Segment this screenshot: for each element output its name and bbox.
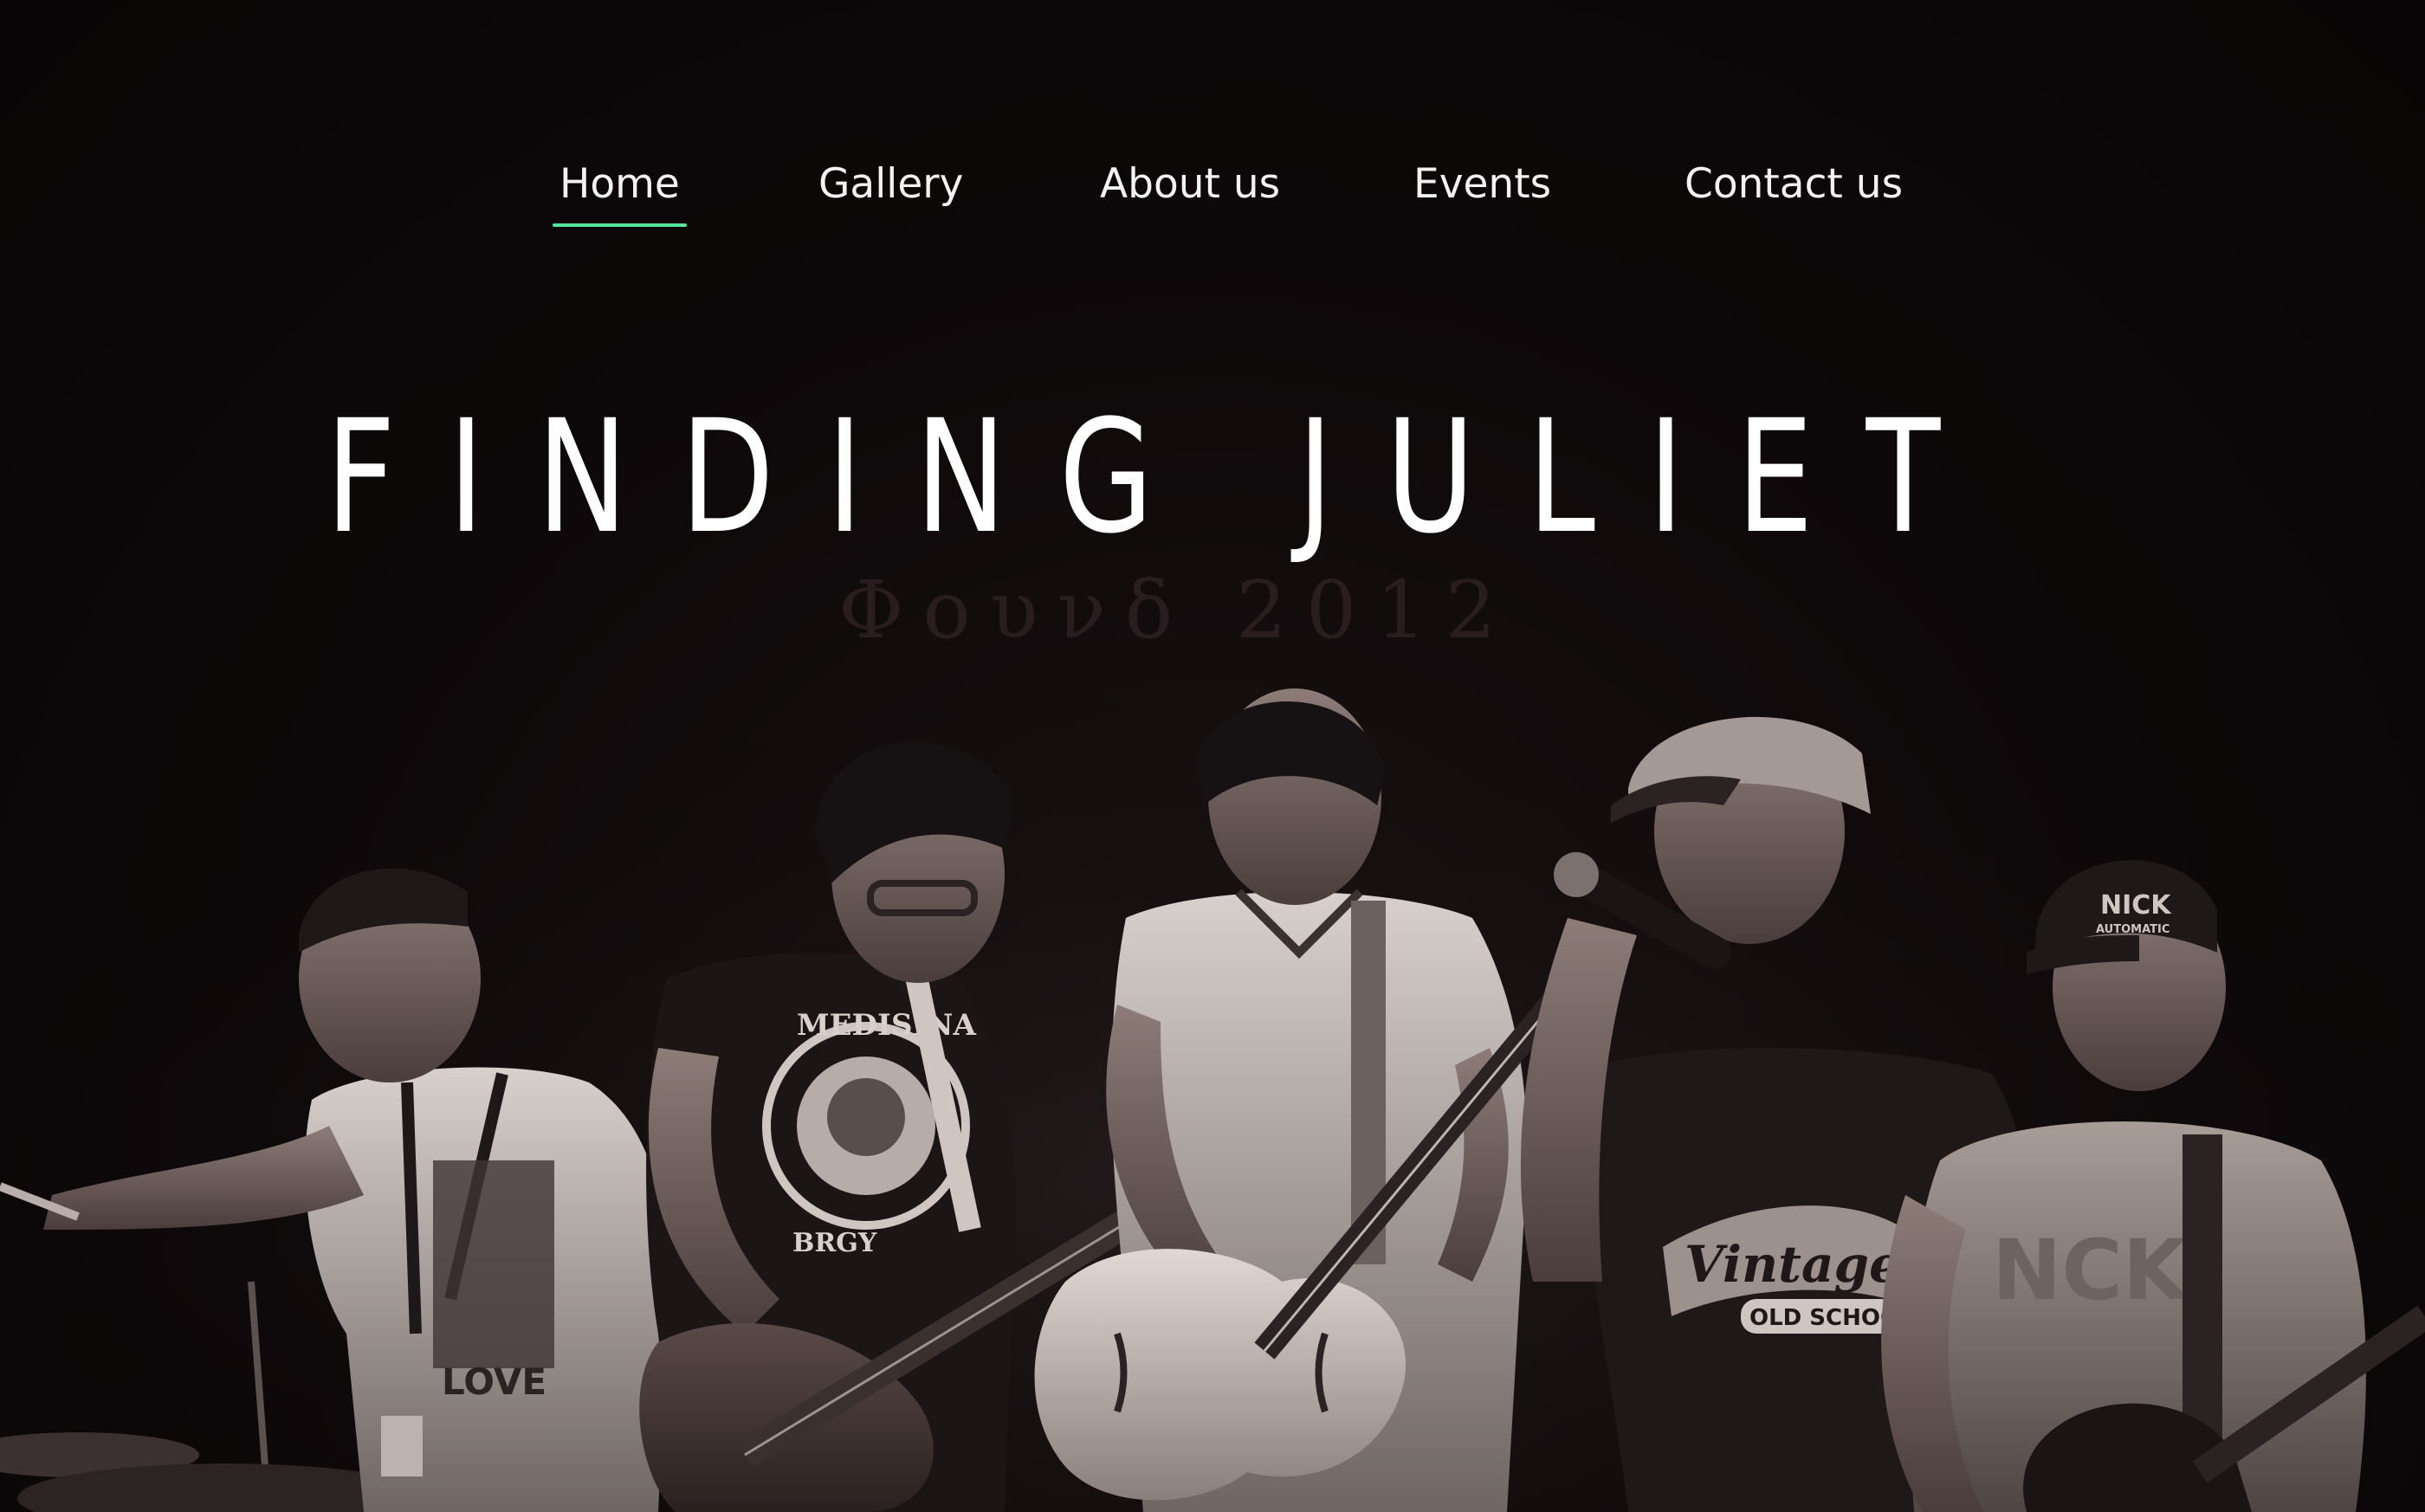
cap-text-nick: NICK [2100,890,2172,921]
nav-item-home[interactable]: Home [553,156,687,227]
shirt-text-love: LOVE [442,1360,546,1403]
cap-text-automatic: AUTOMATIC [2096,923,2170,936]
band-photo: LOVE MEDISINA BRGY Vintage OLD SCHOOL NC… [0,675,2425,1512]
band-photo-illustration: LOVE MEDISINA BRGY Vintage OLD SCHOOL NC… [0,675,2425,1512]
shirt-text-medisina: MEDISINA [797,1008,976,1043]
shirt-text-brgy: BRGY [792,1228,877,1258]
nav-item-gallery[interactable]: Gallery [818,156,963,213]
shirt-text-nick: NCK [1992,1222,2190,1319]
founded-subtitle: Φουνδ 2012 [838,564,1516,656]
shirt-text-vintage: Vintage [1685,1235,1901,1294]
nav-item-events[interactable]: Events [1413,156,1551,213]
band-name-title: FINDING JULIET [326,387,1994,568]
page: Home Gallery About us Events Contact us … [0,0,2425,1512]
nav-item-contact-us[interactable]: Contact us [1685,156,1903,213]
nav-item-about-us[interactable]: About us [1100,156,1280,213]
main-nav: Home Gallery About us Events Contact us [0,156,2425,227]
